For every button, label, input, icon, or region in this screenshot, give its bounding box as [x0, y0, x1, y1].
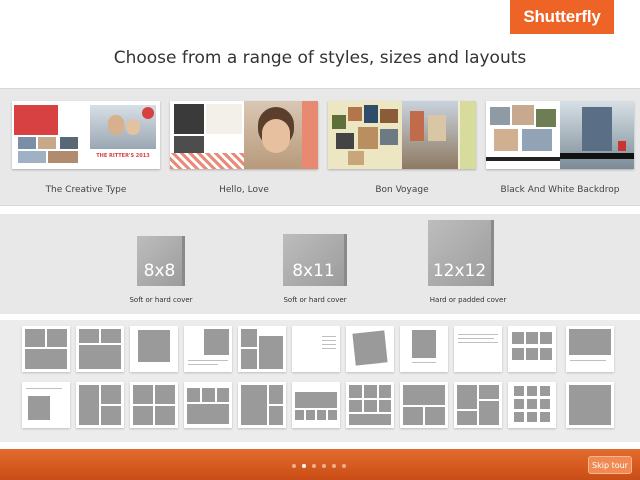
layout-thumbnail[interactable]: [22, 382, 70, 428]
layout-thumbnail[interactable]: [566, 326, 614, 372]
style-label: Bon Voyage: [375, 185, 429, 195]
size-caption: Soft or hard cover: [129, 296, 193, 304]
layouts-band: [0, 320, 640, 442]
book-page-left: [486, 101, 560, 169]
page-dot[interactable]: [332, 464, 336, 468]
shutterfly-logo: Shutterfly: [510, 0, 614, 34]
page-title: Choose from a range of styles, sizes and…: [113, 48, 527, 68]
book-page-left: [12, 101, 86, 169]
skip-tour-button[interactable]: Skip tour: [588, 456, 632, 474]
book-page-right: [244, 101, 318, 169]
layout-thumbnail[interactable]: [238, 382, 286, 428]
layout-thumbnail[interactable]: [76, 382, 124, 428]
page-dot-active[interactable]: [302, 464, 306, 468]
layout-thumbnail[interactable]: [508, 382, 556, 428]
size-12x12[interactable]: 12x12: [428, 220, 494, 286]
size-8x11[interactable]: 8x11: [283, 234, 347, 286]
book-page-left: [328, 101, 402, 169]
layout-thumbnail[interactable]: [184, 326, 232, 372]
page-dot[interactable]: [292, 464, 296, 468]
layout-thumbnail[interactable]: [346, 326, 394, 372]
page-dot[interactable]: [342, 464, 346, 468]
page-dot[interactable]: [312, 464, 316, 468]
layout-thumbnail[interactable]: [76, 326, 124, 372]
pagination-dots: [292, 464, 346, 468]
size-caption: Hard or padded cover: [429, 296, 507, 304]
page-dot[interactable]: [322, 464, 326, 468]
style-label: Black And White Backdrop: [500, 185, 620, 195]
size-8x8[interactable]: 8x8: [137, 236, 185, 286]
size-label: 12x12: [432, 261, 487, 281]
book-page-left: [170, 101, 244, 169]
layout-thumbnail[interactable]: [292, 326, 340, 372]
layout-thumbnail[interactable]: [130, 326, 178, 372]
layout-thumbnail[interactable]: [346, 382, 394, 428]
style-hello-love[interactable]: [170, 101, 318, 169]
styles-band: THE RITTER'S 2013 The Creative Type Hell…: [0, 88, 640, 206]
layout-thumbnail[interactable]: [454, 382, 502, 428]
style-label: The Creative Type: [45, 185, 127, 195]
cover-title: THE RITTER'S 2013: [96, 153, 150, 159]
size-label: 8x11: [292, 261, 335, 281]
style-creative-type[interactable]: THE RITTER'S 2013: [12, 101, 160, 169]
layout-thumbnail[interactable]: [454, 326, 502, 372]
layout-thumbnail[interactable]: [400, 326, 448, 372]
book-page-right: [560, 101, 634, 169]
book-page-right: [402, 101, 476, 169]
layout-thumbnail[interactable]: [238, 326, 286, 372]
style-bon-voyage[interactable]: [328, 101, 476, 169]
layout-thumbnail[interactable]: [130, 382, 178, 428]
layout-thumbnail[interactable]: [508, 326, 556, 372]
layout-thumbnail[interactable]: [184, 382, 232, 428]
layout-thumbnail[interactable]: [292, 382, 340, 428]
sizes-band: 8x8 Soft or hard cover 8x11 Soft or hard…: [0, 214, 640, 314]
layout-thumbnail[interactable]: [400, 382, 448, 428]
style-label: Hello, Love: [219, 185, 269, 195]
size-caption: Soft or hard cover: [283, 296, 347, 304]
style-black-and-white-backdrop[interactable]: [486, 101, 634, 169]
layout-thumbnail[interactable]: [566, 382, 614, 428]
size-label: 8x8: [143, 261, 176, 281]
book-page-right: THE RITTER'S 2013: [86, 101, 160, 169]
layout-thumbnail[interactable]: [22, 326, 70, 372]
